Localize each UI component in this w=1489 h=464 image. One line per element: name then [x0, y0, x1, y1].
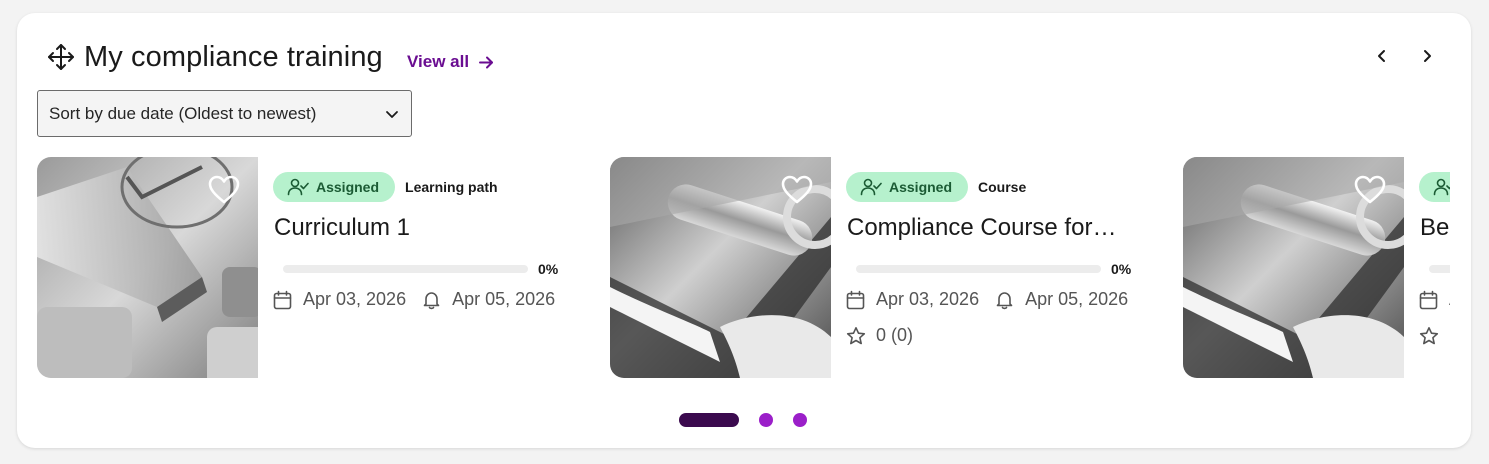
progress-bar — [1429, 265, 1450, 273]
card-rating: 0 (0) — [846, 325, 913, 346]
status-label: Assigned — [316, 179, 380, 195]
card-title[interactable]: Be — [1420, 214, 1450, 242]
card-thumbnail — [610, 157, 831, 378]
training-card[interactable]: Be A ( — [1183, 157, 1450, 378]
heart-icon[interactable] — [208, 175, 240, 205]
card-dates: A — [1419, 289, 1450, 310]
content-type-label: Course — [978, 179, 1027, 195]
chevron-left-icon — [1378, 50, 1385, 62]
status-badge: Assigned — [273, 172, 396, 202]
progress — [1429, 262, 1450, 276]
card-rating: ( — [1419, 325, 1450, 346]
card-carousel: Assigned Learning path Curriculum 1 0% A… — [37, 157, 1450, 379]
calendar-icon — [1419, 290, 1438, 309]
due-date: Apr 05, 2026 — [452, 289, 556, 309]
star-icon — [1419, 326, 1439, 344]
sort-dropdown[interactable]: Sort by due date (Oldest to newest) — [37, 90, 412, 137]
arrow-right-icon — [479, 56, 494, 68]
rating-value: 0 (0) — [876, 325, 914, 345]
progress-bar — [856, 265, 1101, 273]
progress-percent: 0% — [1111, 261, 1132, 277]
heart-icon[interactable] — [1354, 175, 1386, 205]
progress-percent: 0% — [538, 261, 559, 277]
card-dates: Apr 03, 2026 Apr 05, 2026 — [846, 289, 1128, 310]
carousel-pagination — [679, 413, 807, 427]
sort-selected-value: Sort by due date (Oldest to newest) — [49, 103, 317, 123]
carousel-next-button[interactable] — [1412, 41, 1442, 71]
move-icon[interactable] — [47, 43, 75, 71]
chevron-right-icon — [1424, 50, 1431, 62]
progress: 0% — [283, 261, 583, 277]
card-title[interactable]: Curriculum 1 — [274, 214, 574, 242]
pagination-dot-2[interactable] — [759, 413, 773, 427]
start-date: Apr 03, 2026 — [876, 289, 980, 309]
card-dates: Apr 03, 2026 Apr 05, 2026 — [273, 289, 555, 310]
start-date: A — [1449, 289, 1450, 310]
progress: 0% — [856, 261, 1156, 277]
chevron-down-icon — [386, 111, 398, 118]
start-date: Apr 03, 2026 — [303, 289, 407, 309]
progress-bar — [283, 265, 528, 273]
training-card[interactable]: Assigned Learning path Curriculum 1 0% A… — [37, 157, 597, 378]
calendar-icon — [273, 290, 292, 309]
bell-icon — [423, 291, 440, 309]
user-check-icon — [860, 178, 882, 196]
user-check-icon — [287, 178, 309, 196]
due-date: Apr 05, 2026 — [1025, 289, 1129, 309]
heart-icon[interactable] — [781, 175, 813, 205]
status-badge — [1419, 172, 1450, 202]
section-title: My compliance training — [84, 41, 383, 73]
pagination-dot-1[interactable] — [679, 413, 739, 427]
user-check-icon — [1433, 178, 1450, 196]
card-thumbnail — [37, 157, 258, 378]
card-title[interactable]: Compliance Course for… — [847, 214, 1147, 242]
content-type-label: Learning path — [405, 179, 498, 195]
pagination-dot-3[interactable] — [793, 413, 807, 427]
rating-value: ( — [1449, 325, 1450, 346]
view-all-label: View all — [407, 52, 470, 71]
calendar-icon — [846, 290, 865, 309]
carousel-prev-button[interactable] — [1367, 41, 1397, 71]
status-badge: Assigned — [846, 172, 969, 202]
view-all-link[interactable]: View all — [407, 52, 495, 72]
status-label: Assigned — [889, 179, 953, 195]
compliance-training-panel: My compliance training View all Sort by … — [17, 13, 1471, 448]
bell-icon — [996, 291, 1013, 309]
training-card[interactable]: Assigned Course Compliance Course for… 0… — [610, 157, 1170, 378]
card-thumbnail — [1183, 157, 1404, 378]
star-icon — [846, 326, 866, 344]
